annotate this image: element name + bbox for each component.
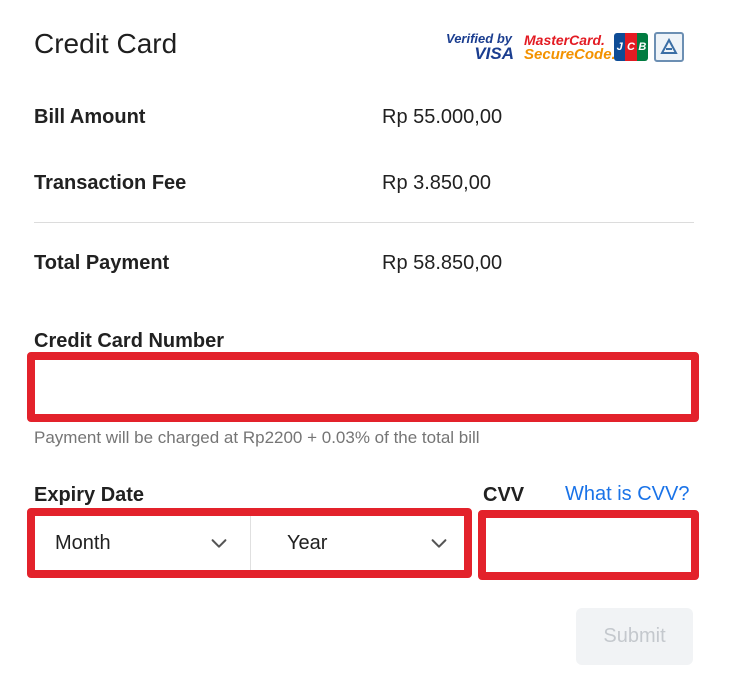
page-title: Credit Card [34,28,178,59]
cvv-field-highlight [478,510,699,580]
payment-logos: Verified by VISA MasterCard. SecureCode.… [446,30,684,64]
verified-by-visa-logo: Verified by VISA [446,31,514,63]
card-number-label: Credit Card Number [34,330,225,352]
year-select[interactable]: Year [251,516,464,570]
cvv-label: CVV [483,484,525,506]
chevron-down-icon [431,539,447,548]
transaction-fee-label: Transaction Fee [34,172,187,194]
total-payment-label: Total Payment [34,252,170,274]
bill-amount-value: Rp 55.000,00 [382,106,503,128]
card-number-input[interactable] [35,360,691,414]
mastercard-securecode-logo: MasterCard. SecureCode. [524,31,616,63]
cvv-input[interactable] [486,518,691,572]
safekey-icon [654,32,684,62]
month-select[interactable]: Month [35,516,251,570]
what-is-cvv-link[interactable]: What is CVV? [565,483,689,506]
card-number-hint: Payment will be charged at Rp2200 + 0.03… [34,428,480,447]
expiry-field-highlight: Month Year [27,508,472,578]
card-number-field-highlight [27,352,699,422]
chevron-down-icon [211,539,227,548]
transaction-fee-value: Rp 3.850,00 [382,172,491,194]
submit-button[interactable]: Submit [576,608,693,665]
summary-divider [34,222,694,223]
year-select-value: Year [287,531,328,554]
bill-amount-label: Bill Amount [34,106,146,128]
month-select-value: Month [55,531,111,554]
expiry-date-label: Expiry Date [34,484,145,506]
jcb-logo: J C B [614,33,648,61]
total-payment-value: Rp 58.850,00 [382,252,503,274]
